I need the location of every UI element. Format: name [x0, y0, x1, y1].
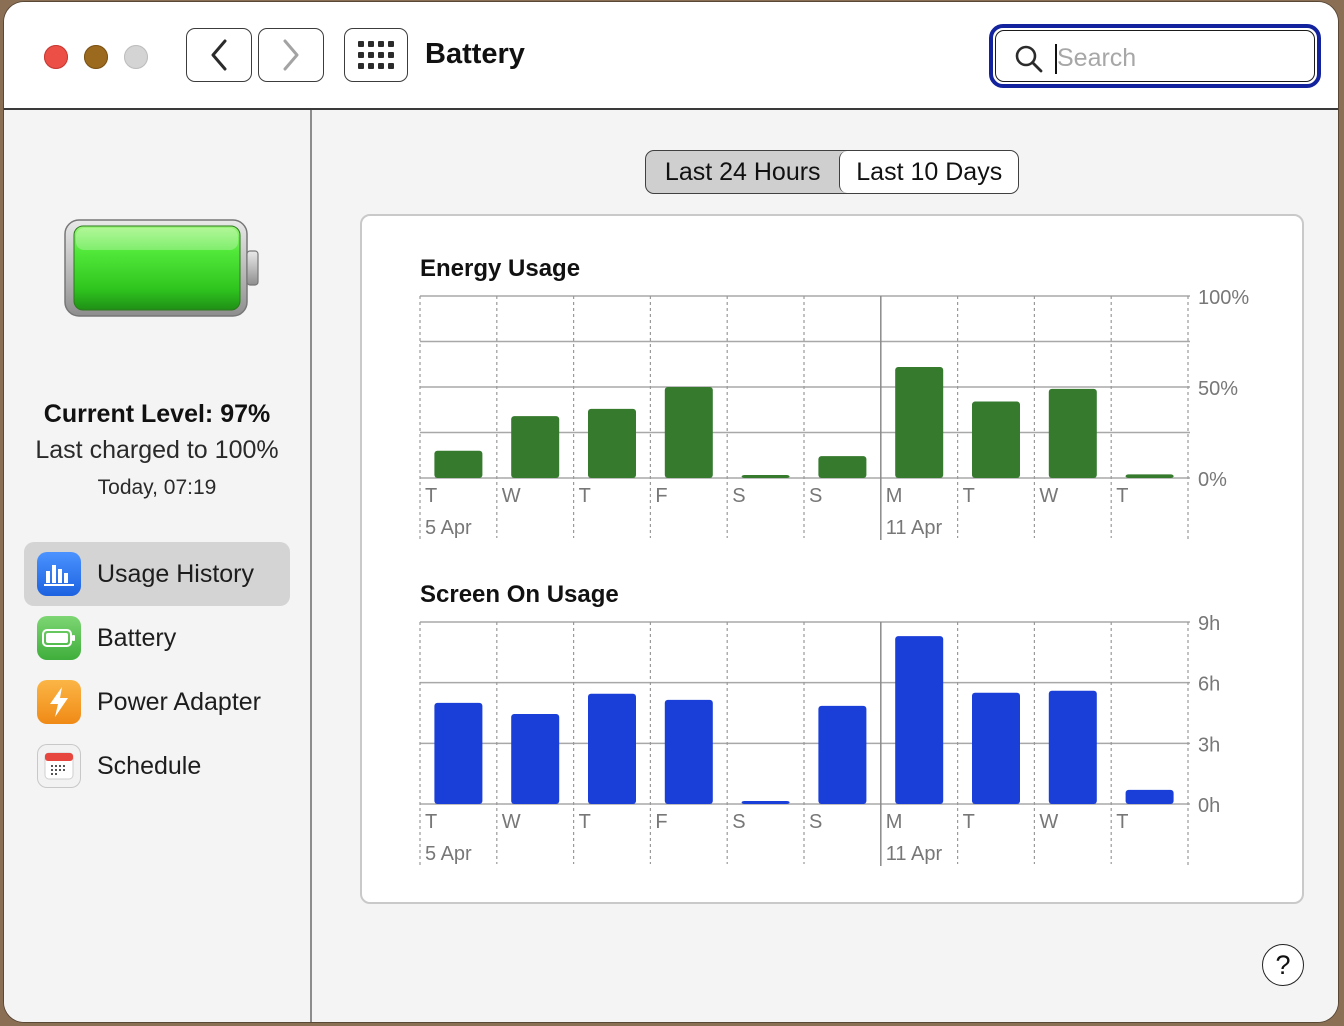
x-tick-label: T [579, 811, 591, 833]
sidebar-item-usage-history[interactable]: Usage History [24, 542, 290, 606]
date-label: 5 Apr [425, 517, 472, 539]
x-tick-label: T [1116, 811, 1128, 833]
chart-bar [588, 408, 636, 478]
x-tick-label: W [502, 811, 521, 833]
x-tick-label: M [886, 811, 903, 833]
y-tick-label: 9h [1198, 613, 1220, 635]
lightning-bolt-icon [37, 680, 81, 724]
y-tick-label: 3h [1198, 734, 1220, 756]
x-tick-label: M [886, 485, 903, 507]
back-button[interactable] [186, 28, 252, 82]
chart-bar [741, 475, 790, 478]
chart-bar [741, 800, 790, 804]
chart-bar [1125, 789, 1174, 804]
minimize-window-button[interactable] [84, 45, 108, 69]
sidebar-item-label: Schedule [97, 751, 202, 780]
chart-bar [434, 450, 483, 478]
x-tick-label: W [1039, 485, 1058, 507]
x-tick-label: W [1039, 811, 1058, 833]
last-charged-text: Last charged to 100% [35, 436, 279, 464]
sidebar-item-label: Power Adapter [97, 687, 261, 716]
x-tick-label: T [963, 811, 975, 833]
calendar-icon [37, 744, 81, 788]
help-button[interactable]: ? [1262, 944, 1304, 986]
sidebar: Current Level: 97% Last charged to 100% … [4, 110, 312, 1022]
grid-icon [358, 41, 394, 69]
forward-button[interactable] [258, 28, 324, 82]
sidebar-item-schedule[interactable]: Schedule [24, 734, 290, 798]
x-tick-label: W [502, 485, 521, 507]
main-content: Last 24 Hours Last 10 Days Energy Usage T… [312, 110, 1338, 1022]
date-label: 11 Apr [886, 843, 943, 865]
y-tick-label: 0h [1198, 795, 1220, 817]
date-label: 11 Apr [886, 517, 943, 539]
close-window-button[interactable] [44, 45, 68, 69]
chart-bar [1125, 474, 1174, 478]
x-tick-label: S [732, 811, 745, 833]
chart-bar [664, 387, 713, 478]
x-tick-label: T [425, 811, 437, 833]
chart-title: Energy Usage [420, 255, 580, 282]
y-tick-label: 6h [1198, 674, 1220, 696]
x-tick-label: S [809, 811, 822, 833]
sidebar-item-battery[interactable]: Battery [24, 606, 290, 670]
search-field[interactable] [989, 24, 1321, 88]
x-tick-label: T [425, 485, 437, 507]
segment-last-24-hours[interactable]: Last 24 Hours [646, 151, 839, 193]
x-tick-label: S [809, 485, 822, 507]
chart-bar [511, 416, 560, 478]
chart-bar [972, 692, 1020, 804]
y-tick-label: 100% [1198, 287, 1249, 309]
x-tick-label: T [579, 485, 591, 507]
battery-icon [37, 616, 81, 660]
x-tick-label: T [963, 485, 975, 507]
chart-bar [434, 702, 483, 804]
chevron-right-icon [283, 39, 299, 71]
last-charged-time: Today, 07:19 [97, 476, 217, 499]
date-label: 5 Apr [425, 843, 472, 865]
battery-preferences-window: Battery Curren [4, 2, 1338, 1022]
zoom-window-button[interactable] [124, 45, 148, 69]
usage-charts: Energy Usage T W T F S S M T W T 5 Apr 11 Apr 100% 50%… [419, 255, 1249, 866]
sidebar-item-label: Usage History [97, 559, 254, 588]
x-tick-label: F [655, 485, 667, 507]
chart-bar [895, 636, 944, 804]
chart-bar [895, 366, 944, 478]
chart-title: Screen On Usage [420, 581, 619, 608]
battery-level-icon [64, 219, 259, 317]
chart-bar [588, 693, 636, 804]
x-tick-label: S [732, 485, 745, 507]
x-tick-label: F [655, 811, 667, 833]
y-tick-label: 0% [1198, 469, 1227, 491]
chart-bar [1048, 388, 1097, 478]
chart-bar [972, 401, 1020, 478]
show-all-button[interactable] [344, 28, 408, 82]
sidebar-item-power-adapter[interactable]: Power Adapter [24, 670, 290, 734]
window-title: Battery [425, 38, 525, 70]
current-level-text: Current Level: 97% [43, 400, 271, 428]
time-range-segmented-control: Last 24 Hours Last 10 Days [645, 150, 1019, 194]
sidebar-item-label: Battery [97, 623, 177, 652]
chevron-left-icon [211, 39, 227, 71]
segment-last-10-days[interactable]: Last 10 Days [839, 151, 1018, 193]
search-icon [1015, 45, 1043, 73]
y-tick-label: 50% [1198, 378, 1238, 400]
chart-bar [818, 705, 867, 804]
x-tick-label: T [1116, 485, 1128, 507]
chart-bar [1048, 690, 1097, 804]
title-bar: Battery [4, 2, 1338, 110]
chart-bar [818, 456, 867, 478]
bar-chart-icon [37, 552, 81, 596]
chart-bar [664, 699, 713, 804]
search-input[interactable] [1057, 40, 1297, 76]
usage-charts-card: Energy Usage T W T F S S M T W T 5 Apr 11 Apr 100% 50%… [360, 214, 1304, 904]
chart-bar [511, 714, 560, 804]
